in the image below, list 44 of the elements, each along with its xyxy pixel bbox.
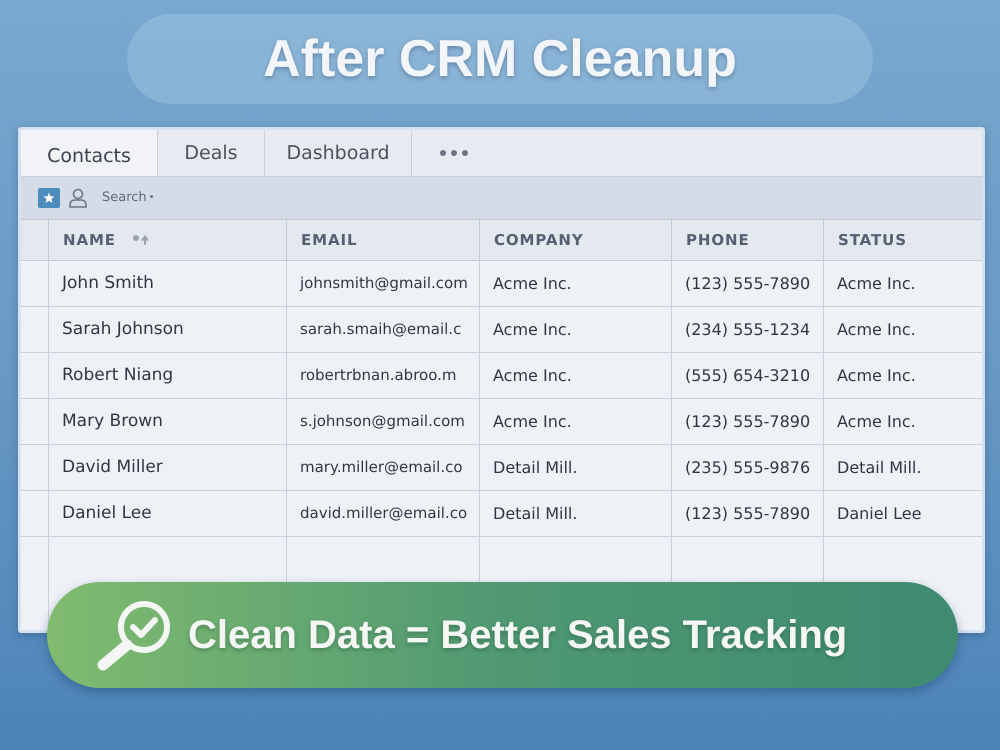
table-cell-text: robertrbnan.abroo.m xyxy=(300,365,456,386)
table-cell-text: (123) 555-7890 xyxy=(685,502,810,524)
dot-icon xyxy=(150,194,153,198)
column-header[interactable]: PHONE xyxy=(672,220,824,260)
favorite-button[interactable] xyxy=(38,188,60,208)
column-header[interactable]: EMAIL xyxy=(287,220,480,260)
table-cell-text: (235) 555-9876 xyxy=(685,456,810,478)
table-cell-text: s.johnson@gmail.com xyxy=(300,411,465,432)
table-cell-text: Acme Inc. xyxy=(493,272,572,294)
column-header[interactable]: COMPANY xyxy=(480,220,672,260)
table-cell-text: Daniel Lee xyxy=(62,502,152,525)
table-cell-text: Acme Inc. xyxy=(493,364,572,386)
table-cell-text: david.miller@email.co xyxy=(300,503,468,524)
table-cell-text: Daniel Lee xyxy=(837,502,922,524)
table-cell-text: Detail Mill. xyxy=(837,456,922,478)
search-field[interactable]: Search xyxy=(102,188,150,208)
table-cell-text: Acme Inc. xyxy=(837,410,916,432)
table-cell-text: Detail Mill. xyxy=(493,456,578,478)
more-icon xyxy=(440,150,468,156)
table-cell-text: Mary Brown xyxy=(62,410,163,433)
column-header[interactable]: STATUS xyxy=(824,220,982,260)
table-cell-text: Acme Inc. xyxy=(837,318,916,340)
table-cell-text: David Miller xyxy=(62,456,163,479)
tagline-text: Clean Data = Better Sales Tracking xyxy=(188,615,848,655)
table-cell-text: Acme Inc. xyxy=(837,272,916,294)
table-cell-text: (555) 654-3210 xyxy=(685,364,810,386)
table-cell-text: sarah.smaih@email.c xyxy=(300,319,462,340)
page-title: After CRM Cleanup xyxy=(263,33,737,85)
table-cell-text: (123) 555-7890 xyxy=(685,410,810,432)
table-cell-text: John Smith xyxy=(62,272,154,295)
table-cell-text: Detail Mill. xyxy=(493,502,578,524)
table-cell-text: Robert Niang xyxy=(62,364,174,387)
table-cell-text: Acme Inc. xyxy=(493,410,572,432)
table-cell-text: johnsmith@gmail.com xyxy=(300,273,468,294)
table-cell-text: (123) 555-7890 xyxy=(685,272,810,294)
table-cell-text: mary.miller@email.co xyxy=(300,457,463,478)
person-icon[interactable] xyxy=(68,188,88,208)
column-header[interactable]: NAME xyxy=(49,220,287,260)
table-cell-text: Acme Inc. xyxy=(837,364,916,386)
table-cell-text: Acme Inc. xyxy=(493,318,572,340)
table-cell-text: Sarah Johnson xyxy=(62,318,184,341)
table-cell-text: (234) 555-1234 xyxy=(685,318,810,340)
star-icon xyxy=(43,192,55,204)
tab[interactable]: Contacts xyxy=(21,130,158,176)
